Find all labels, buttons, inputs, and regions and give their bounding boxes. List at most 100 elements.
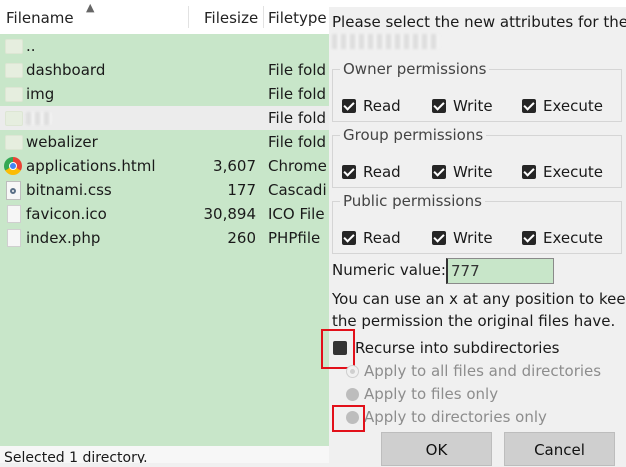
redacted-file-name [26,106,52,130]
column-divider[interactable] [188,6,189,28]
column-divider[interactable] [263,6,264,28]
file-size: 3,607 [213,157,256,175]
file-name: favicon.ico [26,205,107,223]
owner-execute-checkbox[interactable]: Execute [522,97,603,115]
dialog-prompt: Please select the new attributes for the [332,13,626,31]
checkbox-checked-icon [342,99,356,113]
column-header-filesize[interactable]: Filesize [204,9,258,27]
status-bar: Selected 1 directory. [0,446,330,463]
file-type: PHPfile [268,229,321,247]
public-execute-checkbox[interactable]: Execute [522,229,603,247]
public-write-checkbox[interactable]: Write [432,229,493,247]
public-read-checkbox[interactable]: Read [342,229,401,247]
radio-label: Apply to all files and directories [364,362,602,380]
recurse-subdirectories-checkbox[interactable]: Recurse into subdirectories [332,337,560,359]
group-read-checkbox[interactable]: Read [342,163,401,181]
owner-read-checkbox[interactable]: Read [342,97,401,115]
public-permissions-group: Public permissions Read Write Execute [332,192,622,254]
checkbox-checked-icon [342,165,356,179]
group-label: Group permissions [340,126,487,144]
group-permissions-group: Group permissions Read Write Execute [332,126,622,188]
file-list-panel: Filename ▲ Filesize Filetype .. dashboar… [0,0,330,463]
checkbox-label: Write [453,97,493,115]
list-item-parent-directory[interactable]: .. [0,34,330,58]
checkbox-label: Read [363,163,401,181]
file-name: webalizer [26,133,98,151]
folder-icon [5,63,23,78]
checkbox-checked-icon [432,99,446,113]
checkbox-checked-icon [432,231,446,245]
file-name: img [26,85,55,103]
owner-write-checkbox[interactable]: Write [432,97,493,115]
group-execute-checkbox[interactable]: Execute [522,163,603,181]
file-type: File fold [268,85,327,103]
cancel-button[interactable]: Cancel [504,432,615,466]
hint-text-line-1: You can use an x at any position to keep [332,290,626,308]
column-header-filetype[interactable]: Filetype [268,9,327,27]
radio-label: Apply to directories only [364,408,547,426]
file-size: 177 [227,181,256,199]
checkbox-checked-icon [522,231,536,245]
column-header-filename[interactable]: Filename [6,9,74,27]
file-type: Chrome [268,157,327,175]
folder-icon [5,111,23,126]
list-item-selected[interactable]: File fold [0,106,330,130]
file-type: File fold [268,109,327,127]
file-type: File fold [268,133,327,151]
radio-apply-all[interactable]: Apply to all files and directories [346,361,601,381]
checkbox-checked-icon [522,99,536,113]
checkbox-label: Write [453,163,493,181]
hint-text-line-2: the permission the original files have. [332,312,616,330]
checkbox-label: Execute [543,229,603,247]
change-file-attributes-dialog: Please select the new attributes for the… [321,0,626,466]
folder-icon [5,39,23,54]
file-type: File fold [268,61,327,79]
file-name: bitnami.css [26,181,112,199]
checkbox-label: Execute [543,163,603,181]
file-list-header: Filename ▲ Filesize Filetype [0,0,330,35]
checkbox-label: Execute [543,97,603,115]
dialog-title-bar[interactable] [329,0,626,7]
list-item[interactable]: img File fold [0,82,330,106]
sort-ascending-icon: ▲ [86,1,95,14]
file-name: applications.html [26,157,156,175]
checkbox-label: Read [363,97,401,115]
checkbox-checked-icon [522,165,536,179]
file-name: index.php [26,229,101,247]
file-size: 30,894 [203,205,257,223]
radio-label: Apply to files only [364,385,499,403]
highlight-box [332,405,365,432]
owner-permissions-group: Owner permissions Read Write Execute [332,60,622,122]
folder-icon [5,87,23,102]
checkbox-label: Write [453,229,493,247]
group-write-checkbox[interactable]: Write [432,163,493,181]
list-item[interactable]: dashboard File fold [0,58,330,82]
numeric-value-label: Numeric value: [332,261,446,279]
group-label: Owner permissions [340,60,490,78]
checkbox-label: Read [363,229,401,247]
list-item[interactable]: applications.html 3,607 Chrome [0,154,330,178]
file-type: Cascadi [268,181,327,199]
list-item[interactable]: webalizer File fold [0,130,330,154]
file-list-body[interactable]: .. dashboard File fold img File fold Fil… [0,34,330,446]
recurse-label: Recurse into subdirectories [355,339,560,357]
checkbox-checked-icon [342,231,356,245]
radio-unselected-icon [346,387,359,401]
file-icon [7,205,21,223]
file-type: ICO File [268,205,325,223]
radio-apply-directories-only[interactable]: Apply to directories only [346,407,547,427]
numeric-value-input[interactable]: 777 [446,258,554,284]
chrome-icon [4,157,22,175]
ok-button[interactable]: OK [381,432,492,466]
list-item[interactable]: favicon.ico 30,894 ICO File [0,202,330,226]
checkbox-checked-icon [432,165,446,179]
file-name: .. [26,37,36,55]
folder-icon [5,135,23,150]
list-item[interactable]: index.php 260 PHPfile [0,226,330,250]
file-icon [7,229,21,247]
radio-selected-icon [346,364,359,378]
file-name: dashboard [26,61,106,79]
radio-apply-files-only[interactable]: Apply to files only [346,384,498,404]
css-file-icon [6,181,21,200]
list-item[interactable]: bitnami.css 177 Cascadi [0,178,330,202]
